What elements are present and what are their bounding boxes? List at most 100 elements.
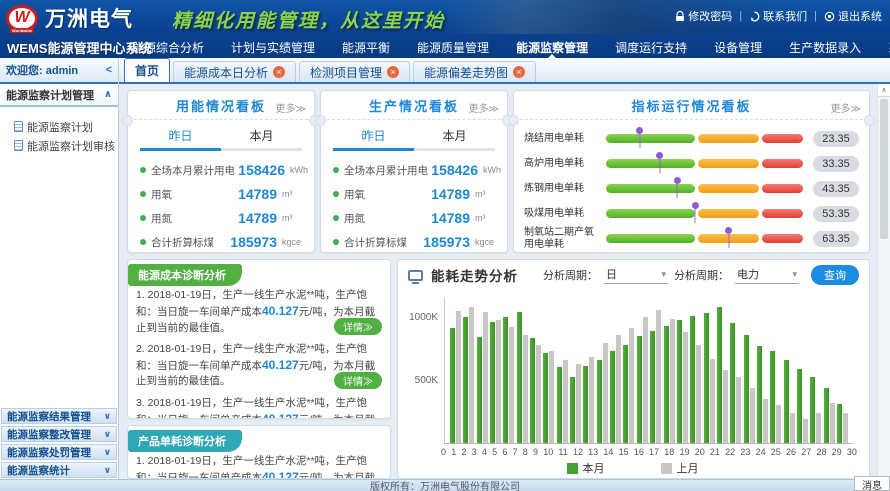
kpi-item: 合计折算标煤 185973 kgce bbox=[321, 230, 507, 254]
bar-current-month bbox=[784, 360, 789, 443]
tab-this-month[interactable]: 本月 bbox=[221, 127, 302, 151]
indicator-value: 43.35 bbox=[813, 181, 859, 197]
caret-down-icon: ▾ bbox=[661, 269, 666, 280]
period-select-label: 分析周期： bbox=[543, 267, 598, 283]
nav-item-energy-balance[interactable]: 能源平衡 bbox=[342, 39, 390, 56]
diagnosis-item: 1. 2018-01-19日，生产一线生产水泥**吨，生产饱和：当日旋一车间单产… bbox=[136, 454, 382, 479]
x-axis-label: 28 bbox=[816, 447, 826, 459]
link-separator: | bbox=[739, 10, 742, 22]
nav-item-equipment[interactable]: 设备管理 bbox=[714, 39, 762, 56]
bar-previous-month bbox=[736, 377, 741, 443]
category-select-label: 分析周期： bbox=[674, 267, 729, 283]
panel-title: 生产情况看板 bbox=[369, 96, 459, 115]
indicator-bullet-bar bbox=[606, 134, 803, 143]
more-link[interactable]: 更多≫ bbox=[276, 100, 306, 115]
tab-yesterday[interactable]: 昨日 bbox=[140, 127, 221, 151]
detail-button[interactable]: 详情≫ bbox=[334, 318, 382, 335]
more-link[interactable]: 更多≫ bbox=[831, 100, 861, 115]
contact-icon bbox=[749, 11, 760, 22]
indicator-bullet-bar bbox=[606, 209, 803, 218]
close-icon[interactable]: × bbox=[513, 66, 525, 78]
sidebar-item-supervision-plan[interactable]: 能源监察计划 bbox=[14, 117, 114, 136]
sidebar-group-plan-management[interactable]: 能源监察计划管理 ∧ bbox=[0, 84, 118, 107]
sidebar-item-supervision-plan-review[interactable]: 能源监察计划审核 bbox=[14, 136, 114, 155]
more-link[interactable]: 更多≫ bbox=[469, 100, 499, 115]
document-icon bbox=[14, 140, 23, 151]
sidebar-group-statistics[interactable]: 能源监察统计 ∨ bbox=[1, 462, 117, 478]
bar-current-month bbox=[797, 369, 802, 443]
bar-group bbox=[744, 298, 755, 443]
indicator-label: 制氧站二期产氧用电单耗 bbox=[524, 227, 606, 250]
bar-group bbox=[757, 298, 768, 443]
sidebar-group-rectification-management[interactable]: 能源监察整改管理 ∨ bbox=[1, 426, 117, 442]
bar-previous-month bbox=[456, 311, 461, 443]
message-button[interactable]: 消息 bbox=[854, 476, 890, 491]
query-button[interactable]: 查询 bbox=[811, 265, 859, 285]
close-icon[interactable]: × bbox=[273, 66, 285, 78]
x-axis-label: 0 bbox=[441, 447, 446, 459]
detail-button[interactable]: 详情≫ bbox=[334, 372, 382, 389]
bar-current-month bbox=[824, 388, 829, 443]
tab-energy-cost-daily[interactable]: 能源成本日分析 × bbox=[173, 61, 296, 82]
bar-previous-month bbox=[603, 343, 608, 443]
period-select[interactable]: 日 ▾ bbox=[604, 266, 668, 284]
kpi-item: 全场本月累计用电 158426 kWh bbox=[128, 158, 314, 182]
nav-item-energy-analysis[interactable]: 能源综合分析 bbox=[132, 39, 204, 56]
bar-group bbox=[690, 298, 701, 443]
energy-cost-diagnosis-panel: 能源成本诊断分析 1. 2018-01-19日，生产一线生产水泥**吨，生产饱和… bbox=[127, 259, 391, 419]
bar-previous-month bbox=[563, 360, 568, 443]
energy-type-select[interactable]: 电力 ▾ bbox=[735, 266, 799, 284]
bar-previous-month bbox=[469, 307, 474, 443]
chevron-down-icon: ∨ bbox=[104, 465, 111, 476]
bar-group bbox=[717, 298, 728, 443]
username: admin bbox=[46, 65, 78, 77]
contact-us-link[interactable]: 联系我们 bbox=[749, 8, 807, 24]
legend-swatch bbox=[661, 463, 672, 474]
bar-group bbox=[543, 298, 554, 443]
nav-item-production-entry[interactable]: 生产数据录入 bbox=[789, 39, 861, 56]
nav-item-energy-quality[interactable]: 能源质量管理 bbox=[417, 39, 489, 56]
indicator-value: 33.35 bbox=[813, 156, 859, 172]
kpi-item: 合计折算标煤 185973 kgce bbox=[128, 230, 314, 254]
tab-home[interactable]: 首页 bbox=[124, 58, 170, 82]
tab-yesterday[interactable]: 昨日 bbox=[333, 127, 414, 151]
power-icon bbox=[824, 11, 835, 22]
change-password-link[interactable]: 修改密码 bbox=[675, 8, 732, 24]
nav-item-energy-supervision[interactable]: 能源监察管理 bbox=[516, 39, 588, 56]
bar-group bbox=[730, 298, 741, 443]
bar-current-month bbox=[744, 335, 749, 443]
document-icon bbox=[14, 121, 23, 132]
nav-item-dispatch-support[interactable]: 调度运行支持 bbox=[615, 39, 687, 56]
legend-swatch bbox=[567, 463, 578, 474]
diagnosis-item: 1. 2018-01-19日，生产一线生产水泥**吨，生产饱和：当日旋一车间单产… bbox=[136, 288, 382, 336]
tab-test-project[interactable]: 检测项目管理 × bbox=[299, 61, 410, 82]
diagnosis-item: 2. 2018-01-19日，生产一线生产水泥**吨，生产饱和：当日旋一车间单产… bbox=[136, 342, 382, 390]
scroll-up-button[interactable]: ∧ bbox=[878, 84, 890, 97]
bar-previous-month bbox=[803, 419, 808, 443]
bar-group bbox=[664, 298, 675, 443]
vertical-scrollbar[interactable]: ∧ bbox=[877, 84, 890, 479]
indicator-value: 23.35 bbox=[813, 131, 859, 147]
bar-group bbox=[650, 298, 661, 443]
bar-previous-month bbox=[776, 405, 781, 443]
indicator-bullet-bar bbox=[606, 234, 803, 243]
logout-link[interactable]: 退出系统 bbox=[824, 8, 882, 24]
dashboard-content: 用能情况看板 更多≫ 昨日 本月 全场本月累计用电 158426 kWh bbox=[119, 84, 890, 479]
x-axis-label: 3 bbox=[472, 447, 477, 459]
tab-energy-deviation-trend[interactable]: 能源偏差走势图 × bbox=[413, 61, 536, 82]
sidebar-group-punishment-management[interactable]: 能源监察处罚管理 ∨ bbox=[1, 444, 117, 460]
indicator-value: 63.35 bbox=[813, 231, 859, 247]
scrollbar-thumb[interactable] bbox=[880, 99, 888, 239]
sidebar-collapse-icon[interactable]: < bbox=[106, 64, 112, 76]
logo-letter: W bbox=[14, 9, 29, 27]
close-icon[interactable]: × bbox=[387, 66, 399, 78]
indicator-marker bbox=[636, 127, 643, 148]
nav-item-plan-performance[interactable]: 计划与实绩管理 bbox=[231, 39, 315, 56]
bar-group bbox=[797, 298, 808, 443]
x-axis-label: 30 bbox=[847, 447, 857, 459]
bar-previous-month bbox=[549, 351, 554, 443]
bar-current-month bbox=[664, 326, 669, 443]
tab-this-month[interactable]: 本月 bbox=[414, 127, 495, 151]
sidebar-group-result-management[interactable]: 能源监察结果管理 ∨ bbox=[1, 408, 117, 424]
x-axis-label: 18 bbox=[664, 447, 674, 459]
